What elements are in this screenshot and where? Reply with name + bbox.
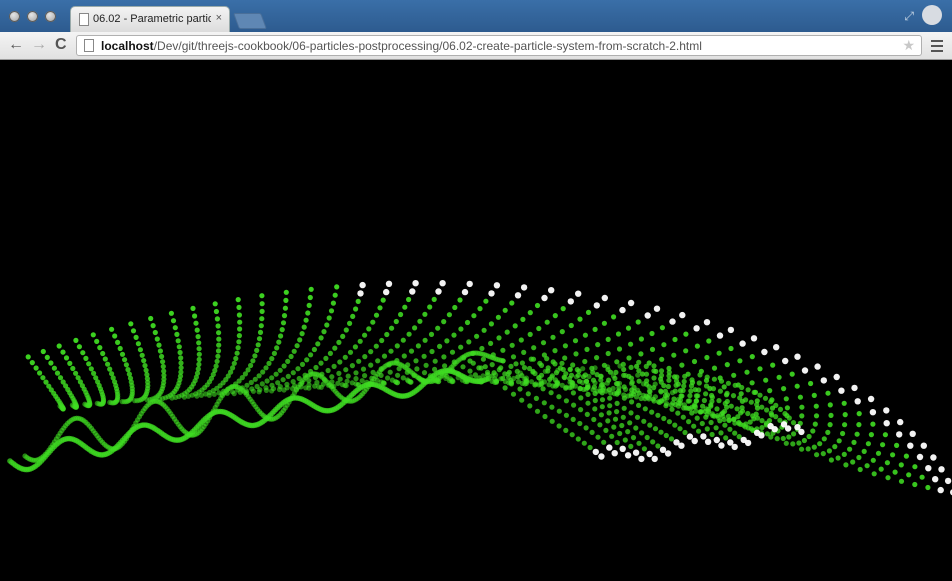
reload-button[interactable]: C bbox=[55, 37, 67, 53]
back-button[interactable]: ← bbox=[8, 37, 24, 53]
fullscreen-icon[interactable]: ⤢ bbox=[904, 9, 914, 24]
toolbar: ← → C localhost/Dev/git/threejs-cookbook… bbox=[0, 32, 952, 60]
menu-icon[interactable] bbox=[931, 40, 943, 55]
tab-title: 06.02 - Parametric particles bbox=[93, 13, 211, 25]
url-host: localhost bbox=[101, 39, 154, 53]
incognito-icon bbox=[922, 5, 942, 25]
url-text[interactable]: localhost/Dev/git/threejs-cookbook/06-pa… bbox=[101, 39, 702, 53]
close-window-button[interactable] bbox=[9, 11, 20, 22]
document-icon bbox=[84, 39, 94, 52]
url-path: /Dev/git/threejs-cookbook/06-particles-p… bbox=[153, 39, 702, 53]
new-tab-button[interactable] bbox=[233, 13, 267, 29]
zoom-window-button[interactable] bbox=[45, 11, 56, 22]
minimize-window-button[interactable] bbox=[27, 11, 38, 22]
address-bar[interactable]: localhost/Dev/git/threejs-cookbook/06-pa… bbox=[76, 35, 922, 56]
tab-close-icon[interactable]: × bbox=[216, 12, 222, 24]
tab-active[interactable]: 06.02 - Parametric particles × bbox=[70, 6, 230, 32]
webgl-canvas[interactable] bbox=[0, 61, 952, 581]
page-icon bbox=[79, 13, 89, 26]
bookmark-star-icon[interactable]: ★ bbox=[902, 37, 915, 54]
forward-button[interactable]: → bbox=[31, 37, 47, 53]
browser-window: 06.02 - Parametric particles × ⤢ ← → C l… bbox=[0, 0, 952, 581]
particle-system bbox=[7, 280, 952, 496]
tab-strip: 06.02 - Parametric particles × ⤢ bbox=[0, 0, 952, 32]
